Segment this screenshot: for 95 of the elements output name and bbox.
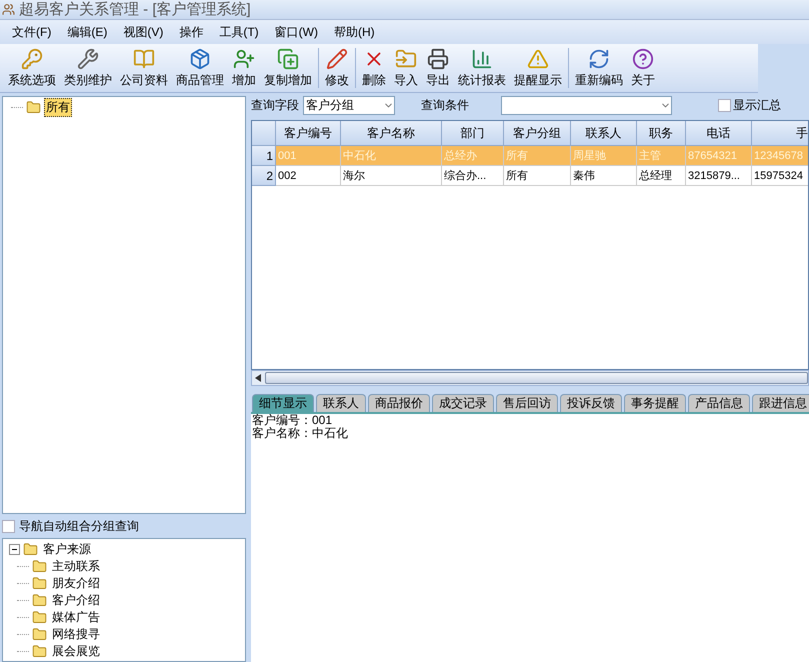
menu-item[interactable]: 工具(T)	[213, 22, 265, 42]
window-title: 超易客户关系管理 - [客户管理系统]	[19, 0, 251, 19]
checkbox[interactable]	[718, 99, 731, 112]
toolbar-button[interactable]: 修改	[321, 44, 353, 92]
folder-icon	[23, 542, 38, 557]
toolbar-button[interactable]: 关于	[627, 44, 659, 92]
table-cell: 综合办...	[442, 166, 504, 186]
tree-item[interactable]: 客户介绍	[50, 591, 102, 610]
folder-icon	[32, 593, 47, 608]
tab[interactable]: 投诉反馈	[560, 394, 622, 412]
column-header[interactable]: 客户编号	[276, 121, 341, 146]
checkbox-label: 导航自动组合分组查询	[19, 518, 139, 534]
toolbar-button[interactable]: 导出	[422, 44, 454, 92]
tree-item[interactable]: 主动联系	[50, 557, 102, 576]
toolbar-button[interactable]: 重新编码	[571, 44, 627, 92]
tree-item[interactable]: 朋友介绍	[50, 574, 102, 593]
folder-icon	[32, 559, 47, 574]
column-header[interactable]: 部门	[442, 121, 504, 146]
tab[interactable]: 售后回访	[496, 394, 558, 412]
checkbox[interactable]	[2, 520, 15, 532]
collapse-icon[interactable]	[9, 544, 20, 555]
toolbar-button[interactable]: 提醒显示	[510, 44, 566, 92]
toolbar-button[interactable]: 删除	[358, 44, 390, 92]
menu-item[interactable]: 操作	[173, 22, 210, 42]
toolbar-button[interactable]: 系统选项	[4, 44, 60, 92]
table-cell: 3215879...	[686, 166, 752, 186]
pencil-icon	[326, 48, 348, 70]
toolbar-button[interactable]: 复制增加	[260, 44, 316, 92]
tree-item[interactable]: 网络搜寻	[50, 625, 102, 644]
recode-icon	[588, 48, 610, 70]
row-number: 1	[252, 146, 276, 166]
tab[interactable]: 商品报价	[368, 394, 430, 412]
scroll-left-arrow-icon[interactable]	[255, 374, 261, 382]
tree-item[interactable]: 媒体广告	[50, 608, 102, 627]
tab[interactable]: 跟进信息	[752, 394, 809, 412]
menu-item[interactable]: 窗口(W)	[268, 22, 324, 42]
menu-item[interactable]: 编辑(E)	[61, 22, 114, 42]
tab[interactable]: 联系人	[316, 394, 366, 412]
column-header[interactable]: 客户分组	[504, 121, 571, 146]
useradd-icon	[233, 48, 255, 70]
toolbar-button[interactable]: 商品管理	[172, 44, 228, 92]
toolbar-button[interactable]: 增加	[228, 44, 260, 92]
copyadd-icon	[277, 48, 299, 70]
tab[interactable]: 细节显示	[252, 394, 314, 412]
folder-icon	[32, 644, 47, 659]
table-cell: 总经理	[637, 166, 686, 186]
tree-item[interactable]: 客户来源	[41, 540, 93, 559]
import-icon	[395, 48, 417, 70]
alert-icon	[527, 48, 549, 70]
help-icon	[632, 48, 654, 70]
tools-icon	[77, 48, 99, 70]
tab[interactable]: 产品信息	[688, 394, 750, 412]
menu-item[interactable]: 视图(V)	[117, 22, 170, 42]
chart-icon	[471, 48, 493, 70]
book-icon	[133, 48, 155, 70]
print-icon	[427, 48, 449, 70]
folder-icon	[32, 627, 47, 642]
column-header[interactable]: 电话	[686, 121, 752, 146]
toolbar-button[interactable]: 统计报表	[454, 44, 510, 92]
column-header[interactable]: 联系人	[571, 121, 637, 146]
toolbar-button[interactable]: 导入	[390, 44, 422, 92]
toolbar-button[interactable]: 公司资料	[116, 44, 172, 92]
detail-text: 客户编号：001	[252, 414, 332, 427]
tab[interactable]: 事务提醒	[624, 394, 686, 412]
app-icon	[2, 3, 15, 16]
folder-icon	[32, 576, 47, 591]
box-icon	[189, 48, 211, 70]
column-header[interactable]: 手	[752, 121, 808, 146]
horizontal-scrollbar[interactable]	[251, 370, 809, 386]
detail-text: 客户名称：中石化	[252, 427, 348, 440]
row-number: 2	[252, 166, 276, 186]
folder-icon	[26, 100, 41, 115]
table-row[interactable]: 2 002 海尔 综合办... 所有 秦伟 总经理 3215879... 15975324	[252, 166, 808, 186]
folder-icon	[32, 610, 47, 625]
table-cell: 秦伟	[571, 166, 637, 186]
tab[interactable]: 成交记录	[432, 394, 494, 412]
tree-item[interactable]: 所有	[44, 98, 72, 117]
checkbox-label: 显示汇总	[733, 97, 781, 114]
condition-label: 查询条件	[421, 97, 469, 114]
key-icon	[21, 48, 43, 70]
toolbar-button[interactable]: 类别维护	[60, 44, 116, 92]
table-cell: 002	[276, 166, 341, 186]
column-header[interactable]: 职务	[637, 121, 686, 146]
table-cell: 15975324	[752, 166, 808, 186]
column-header[interactable]: 客户名称	[341, 121, 442, 146]
field-label: 查询字段	[251, 97, 299, 114]
table-row[interactable]: 1 001 中石化 总经办 所有 周星驰 主管 87654321 12345678	[252, 146, 808, 166]
menu-item[interactable]: 文件(F)	[6, 22, 58, 42]
table-cell: 海尔	[341, 166, 442, 186]
field-dropdown[interactable]: 客户分组	[303, 96, 395, 115]
header-corner	[252, 121, 276, 146]
condition-dropdown[interactable]	[501, 96, 672, 115]
menu-item[interactable]: 帮助(H)	[328, 22, 381, 42]
tree-item[interactable]: 展会展览	[50, 642, 102, 661]
table-cell: 所有	[504, 166, 571, 186]
